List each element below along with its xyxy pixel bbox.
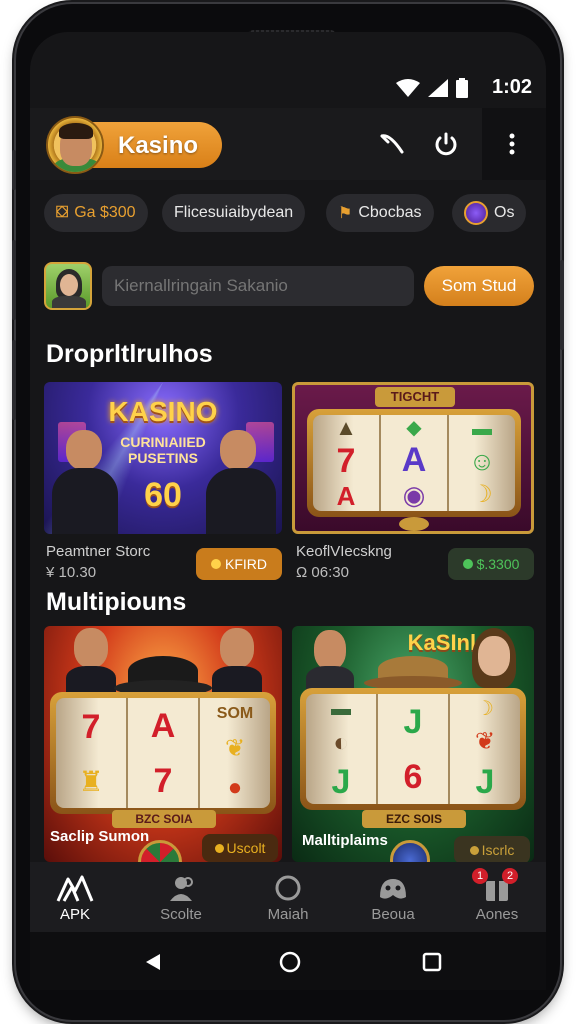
banner-title: TIGCHT — [375, 387, 455, 407]
hat-icon: ▬ — [331, 698, 351, 720]
flag-icon: ⚑ — [338, 205, 353, 222]
search-button[interactable]: Som Stud — [424, 266, 534, 306]
nav-item-score[interactable]: Scolte — [136, 872, 226, 923]
player-face — [74, 628, 108, 668]
more-vertical-icon[interactable] — [496, 128, 528, 160]
user-search-icon — [170, 877, 193, 901]
pen-icon[interactable] — [376, 128, 408, 160]
gem-icon: ◉ — [402, 480, 426, 511]
wheel-icon — [390, 840, 430, 862]
section-title-featured: Droprltlrulhos — [46, 340, 213, 368]
lemon-icon: ❦ — [224, 734, 246, 762]
game-card-slot[interactable]: 7 ♜ A7 SOM ❦ ● BZC SOIA Saclip Sumon Uscolt — [44, 626, 282, 862]
search-row: Som Stud — [30, 260, 546, 312]
coin-icon — [214, 844, 224, 853]
fruit-icon: ❦ — [474, 727, 496, 755]
mountain-logo-icon — [56, 875, 94, 902]
host-left-body — [52, 468, 118, 534]
banner-title: KASINO — [108, 396, 218, 427]
chip-balance[interactable]: ⛋ Ga $300 — [44, 194, 148, 232]
logo-avatar — [46, 116, 104, 174]
nav-item-aones[interactable]: 1 2 Aones — [452, 868, 542, 923]
host-right-face — [220, 430, 256, 470]
fruit-icon: ● — [227, 774, 243, 802]
hat-icon: ▲ — [335, 415, 357, 441]
coin-icon — [211, 559, 221, 569]
nav-item-main[interactable]: Maiah — [243, 872, 333, 923]
bell-icon: ♜ — [78, 766, 104, 797]
player-face — [314, 630, 346, 670]
app-header: Kasino — [30, 108, 546, 180]
coin-icon — [469, 846, 479, 855]
bottom-navigation: APK Scolte Maiah Beoua 1 2 Aones — [30, 862, 546, 932]
host-left-face — [66, 430, 102, 470]
card-action-button[interactable]: $.3300 — [448, 548, 534, 580]
search-input[interactable] — [102, 266, 414, 306]
slot-reels: 7 ♜ A7 SOM ❦ ● — [50, 692, 276, 814]
game-card-slot[interactable]: KaSInls ▬ ◐ J J6 ☽ ❦ J EZC SOIS Malltiplaims… — [292, 626, 534, 862]
shield-icon — [464, 201, 488, 225]
pot-icon: ◐ — [333, 727, 349, 757]
volume-down-button — [12, 340, 16, 420]
circle-icon — [275, 875, 301, 901]
battery-icon — [456, 78, 468, 98]
system-navigation-bar — [30, 932, 546, 990]
filter-chips: ⛋ Ga $300 Flicesuiaibydean ⚑ Cbocbas Os — [30, 194, 546, 234]
status-bar: 1:02 — [30, 72, 546, 104]
coin-icon — [462, 559, 473, 569]
recent-apps-icon[interactable] — [422, 952, 442, 972]
card-subtitle: ¥ 10.30 — [46, 564, 97, 581]
section-title-multiplayer: Multipiouns — [46, 588, 187, 616]
ornament-icon — [399, 517, 429, 531]
power-icon[interactable] — [430, 128, 462, 160]
power-button — [560, 260, 564, 350]
host-right-body — [206, 468, 276, 534]
slot-reels: ▬ ◐ J J6 ☽ ❦ J — [300, 688, 526, 810]
hat-icon: ◆ — [406, 416, 422, 439]
game-card-banner[interactable]: KASINO CURINIAIIED PUSETINS 60 — [44, 382, 282, 534]
status-icons — [396, 78, 468, 98]
card-action-button[interactable]: Iscrlc — [454, 836, 530, 862]
logo-label: Kasino — [118, 132, 199, 159]
reel-plaque: BZC SOIA — [112, 810, 216, 828]
user-avatar[interactable] — [44, 262, 92, 310]
nav-item-apk[interactable]: APK — [30, 872, 120, 923]
card-title: Peamtner Storc — [46, 543, 151, 560]
nav-item-bonus[interactable]: Beoua — [348, 872, 438, 923]
wifi-icon — [396, 79, 420, 97]
hat-icon: ▬ — [472, 418, 492, 441]
slot-reels: ▲ 7 A ◆ A ◉ ▬ ☺ ☽ — [307, 409, 521, 517]
card-subtitle: Ω 06:30 — [296, 564, 349, 581]
card-title: KeoflVIecskng — [296, 543, 392, 560]
player-face — [220, 628, 254, 668]
chip-extra[interactable]: Os — [452, 194, 527, 232]
card-title: Malltiplaims — [302, 832, 388, 849]
chip-bonus[interactable]: ⚑ Cbocbas — [326, 194, 434, 232]
community-icon — [380, 879, 406, 899]
volume-up-button — [12, 240, 16, 320]
chip-category[interactable]: Flicesuiaibydean — [162, 194, 306, 232]
mask-icon: ☺ — [468, 445, 496, 476]
phone-side-button — [12, 150, 16, 190]
status-time: 1:02 — [491, 76, 532, 98]
home-circle-icon[interactable] — [278, 950, 302, 974]
wallet-icon: ⛋ — [56, 204, 69, 221]
card-title: Saclip Sumon — [50, 828, 150, 845]
banana-icon: ☽ — [471, 480, 493, 508]
banana-icon: ☽ — [476, 698, 494, 721]
card-action-button[interactable]: Uscolt — [202, 834, 278, 862]
notification-badge: 2 — [502, 868, 518, 884]
notification-badge: 1 — [472, 868, 488, 884]
reel-plaque: EZC SOIS — [362, 810, 466, 828]
app-logo[interactable]: Kasino — [46, 116, 222, 174]
card-action-button[interactable]: KFIRD — [196, 548, 282, 580]
game-card-banner[interactable]: TIGCHT ▲ 7 A ◆ A ◉ ▬ ☺ ☽ — [292, 382, 534, 534]
signal-icon — [428, 79, 448, 97]
back-triangle-icon[interactable] — [144, 952, 162, 972]
